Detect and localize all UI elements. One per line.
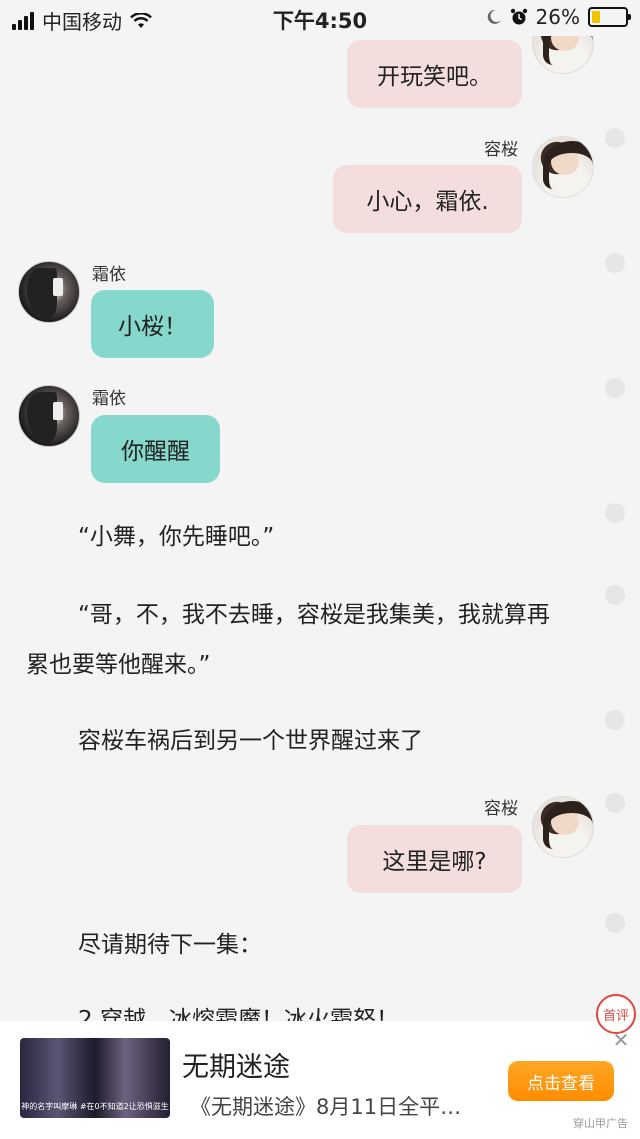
status-right: 26% <box>486 5 631 29</box>
message-text: 小桜！ <box>118 314 187 340</box>
sender-name: 容桜 <box>484 140 518 160</box>
avatar-rongying[interactable] <box>532 796 594 858</box>
select-radio[interactable] <box>605 128 625 148</box>
ad-view-button[interactable]: 点击查看 <box>508 1061 614 1101</box>
message-bubble: 小心，霜依. <box>333 165 522 233</box>
message-text: 你醒醒 <box>121 439 190 465</box>
battery-fill <box>592 11 600 23</box>
select-radio[interactable] <box>605 793 625 813</box>
narration-paragraph: 尽请期待下一集： <box>78 932 262 958</box>
message-bubble: 这里是哪? <box>347 825 522 893</box>
narration-paragraph: 容桜车祸后到另一个世界醒过来了 <box>78 728 423 754</box>
select-radio[interactable] <box>605 585 625 605</box>
avatar-rongying[interactable] <box>532 136 594 198</box>
select-radio[interactable] <box>605 913 625 933</box>
first-comment-button[interactable]: 首评 <box>596 994 636 1034</box>
ad-source-label: 穿山甲广告 <box>573 1117 628 1130</box>
narration-paragraph-cut: 2.穿越，冰熔霜魔！冰火霜怒！ <box>78 1007 399 1021</box>
ad-description[interactable]: 《无期迷途》8月11日全平… <box>190 1091 461 1121</box>
ad-thumbnail[interactable]: 神的名字叫摩琳 #在0不知道2让恐惧滋生 <box>20 1038 170 1118</box>
alarm-icon <box>510 8 527 25</box>
select-radio[interactable] <box>605 503 625 523</box>
ad-thumbnail-caption: 神的名字叫摩琳 #在0不知道2让恐惧滋生 <box>21 1102 169 1111</box>
ad-title[interactable]: 无期迷途 <box>182 1045 290 1084</box>
message-text: 开玩笑吧。 <box>377 64 492 90</box>
message-text: 小心，霜依. <box>366 189 489 215</box>
message-bubble: 你醒醒 <box>91 415 220 483</box>
sender-name: 容桜 <box>484 799 518 819</box>
battery-percent: 26% <box>535 5 580 29</box>
select-radio[interactable] <box>605 710 625 730</box>
select-radio[interactable] <box>605 378 625 398</box>
narration-paragraph: “哥，不，我不去睡，容桜是我集美，我就算再累也要等他醒来。” <box>26 602 550 678</box>
select-radio[interactable] <box>605 253 625 273</box>
moon-icon <box>487 9 501 24</box>
status-bar: 中国移动 下午4:50 26% <box>0 0 640 36</box>
sender-name: 霜依 <box>92 389 126 409</box>
avatar-shuangyi[interactable] <box>18 385 80 447</box>
sender-name: 霜依 <box>92 265 126 285</box>
ad-banner[interactable]: 神的名字叫摩琳 #在0不知道2让恐惧滋生 无期迷途 《无期迷途》8月11日全平…… <box>0 1021 640 1139</box>
message-bubble: 开玩笑吧。 <box>347 40 522 108</box>
message-text: 这里是哪? <box>382 849 487 875</box>
message-bubble: 小桜！ <box>91 290 214 358</box>
narration-paragraph: “小舞，你先睡吧。” <box>78 524 275 550</box>
battery-icon <box>588 7 631 27</box>
avatar-shuangyi[interactable] <box>18 261 80 323</box>
